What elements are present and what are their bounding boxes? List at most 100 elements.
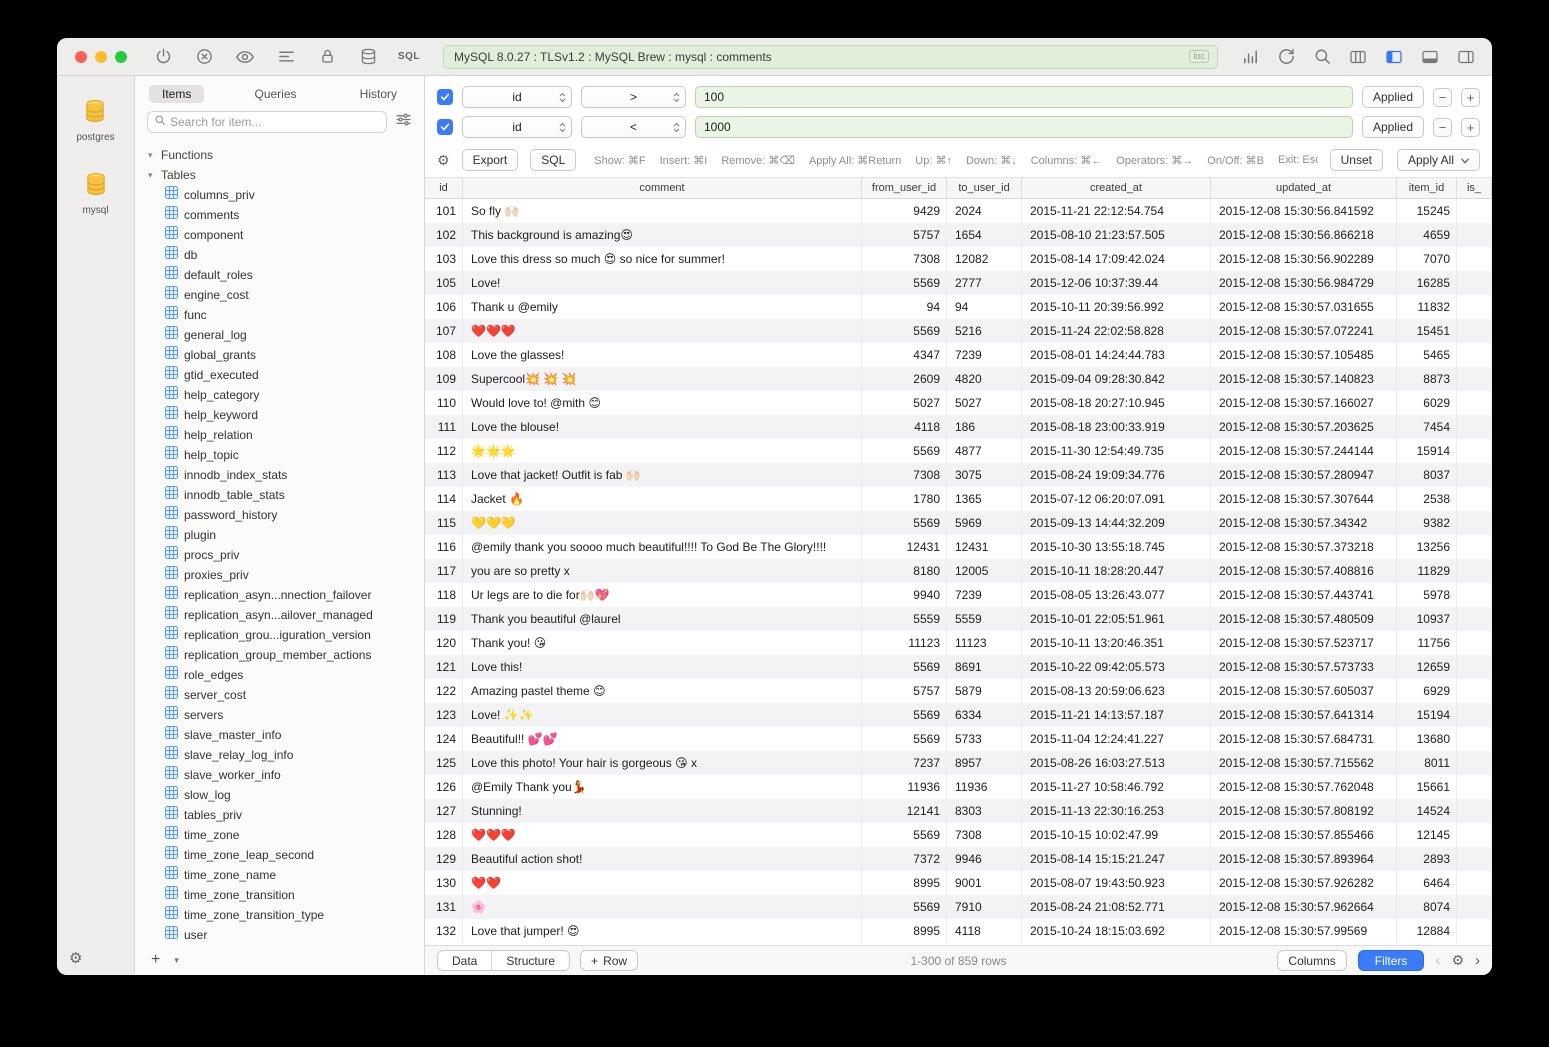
sidebar-table-item[interactable]: innodb_table_stats bbox=[135, 485, 424, 505]
table-row[interactable]: 101So fly 🙌🏻942920242015-11-21 22:12:54.… bbox=[425, 199, 1492, 223]
cell-to_user_id[interactable]: 4118 bbox=[947, 919, 1022, 943]
zoom-window-button[interactable] bbox=[115, 51, 127, 63]
cell-item_id[interactable]: 12659 bbox=[1397, 655, 1457, 679]
cell-created_at[interactable]: 2015-08-18 23:00:33.919 bbox=[1022, 415, 1211, 439]
cell-item_id[interactable]: 15451 bbox=[1397, 319, 1457, 343]
tab-queries[interactable]: Queries bbox=[241, 85, 309, 103]
table-row[interactable]: 125Love this photo! Your hair is gorgeou… bbox=[425, 751, 1492, 775]
sidebar-table-item[interactable]: time_zone_transition_type bbox=[135, 905, 424, 925]
sidebar-table-item[interactable]: comments bbox=[135, 205, 424, 225]
cell-id[interactable]: 124 bbox=[425, 727, 463, 751]
table-row[interactable]: 131🌸556979102015-08-24 21:08:52.7712015-… bbox=[425, 895, 1492, 919]
cell-updated_at[interactable]: 2015-12-08 15:30:57.715562 bbox=[1211, 751, 1397, 775]
cell-from_user_id[interactable]: 8995 bbox=[862, 919, 947, 943]
cell-updated_at[interactable]: 2015-12-08 15:30:56.984729 bbox=[1211, 271, 1397, 295]
toggle-right-panel-icon[interactable] bbox=[1456, 47, 1476, 67]
cell-item_id[interactable]: 11832 bbox=[1397, 295, 1457, 319]
cell-to_user_id[interactable]: 8303 bbox=[947, 799, 1022, 823]
cell-is_[interactable] bbox=[1457, 751, 1492, 775]
cell-item_id[interactable]: 11756 bbox=[1397, 631, 1457, 655]
cell-created_at[interactable]: 2015-11-13 22:30:16.253 bbox=[1022, 799, 1211, 823]
tree-section-functions[interactable]: ▾ Functions bbox=[135, 145, 424, 165]
filter-operator-select[interactable]: > bbox=[581, 86, 686, 108]
cell-to_user_id[interactable]: 94 bbox=[947, 295, 1022, 319]
cell-item_id[interactable]: 5465 bbox=[1397, 343, 1457, 367]
sidebar-table-item[interactable]: default_roles bbox=[135, 265, 424, 285]
cell-comment[interactable]: Beautiful action shot! bbox=[463, 847, 862, 871]
filter-settings-gear-icon[interactable]: ⚙ bbox=[437, 152, 450, 169]
cell-comment[interactable]: 💛💛💛 bbox=[463, 511, 862, 535]
cell-item_id[interactable]: 7070 bbox=[1397, 247, 1457, 271]
sidebar-table-item[interactable]: gtid_executed bbox=[135, 365, 424, 385]
cell-updated_at[interactable]: 2015-12-08 15:30:57.641314 bbox=[1211, 703, 1397, 727]
sidebar-table-item[interactable]: help_keyword bbox=[135, 405, 424, 425]
cell-item_id[interactable]: 8011 bbox=[1397, 751, 1457, 775]
cell-is_[interactable] bbox=[1457, 223, 1492, 247]
cell-comment[interactable]: 🌸 bbox=[463, 895, 862, 919]
tab-items[interactable]: Items bbox=[149, 85, 204, 103]
column-view-icon[interactable] bbox=[1348, 47, 1368, 67]
sidebar-table-item[interactable]: plugin bbox=[135, 525, 424, 545]
cell-id[interactable]: 128 bbox=[425, 823, 463, 847]
cell-created_at[interactable]: 2015-08-26 16:03:27.513 bbox=[1022, 751, 1211, 775]
cell-created_at[interactable]: 2015-10-30 13:55:18.745 bbox=[1022, 535, 1211, 559]
cell-updated_at[interactable]: 2015-12-08 15:30:57.523717 bbox=[1211, 631, 1397, 655]
cell-created_at[interactable]: 2015-11-21 14:13:57.187 bbox=[1022, 703, 1211, 727]
cell-id[interactable]: 120 bbox=[425, 631, 463, 655]
cell-from_user_id[interactable]: 8180 bbox=[862, 559, 947, 583]
column-header-created_at[interactable]: created_at bbox=[1022, 178, 1211, 198]
filter-field-select[interactable]: id bbox=[462, 116, 572, 138]
toggle-left-sidebar-icon[interactable] bbox=[1384, 47, 1404, 67]
cell-is_[interactable] bbox=[1457, 271, 1492, 295]
connection-mysql[interactable]: mysql bbox=[82, 171, 108, 216]
cell-is_[interactable] bbox=[1457, 535, 1492, 559]
cell-is_[interactable] bbox=[1457, 823, 1492, 847]
cell-item_id[interactable]: 2893 bbox=[1397, 847, 1457, 871]
cell-to_user_id[interactable]: 12005 bbox=[947, 559, 1022, 583]
cell-updated_at[interactable]: 2015-12-08 15:30:57.762048 bbox=[1211, 775, 1397, 799]
cell-is_[interactable] bbox=[1457, 343, 1492, 367]
search-input[interactable] bbox=[170, 115, 380, 129]
cell-created_at[interactable]: 2015-12-06 10:37:39.44 bbox=[1022, 271, 1211, 295]
sidebar-table-item[interactable]: replication_asyn...ailover_managed bbox=[135, 605, 424, 625]
cell-id[interactable]: 107 bbox=[425, 319, 463, 343]
cell-is_[interactable] bbox=[1457, 871, 1492, 895]
cell-id[interactable]: 106 bbox=[425, 295, 463, 319]
cell-id[interactable]: 112 bbox=[425, 439, 463, 463]
cell-created_at[interactable]: 2015-11-24 22:02:58.828 bbox=[1022, 319, 1211, 343]
cell-created_at[interactable]: 2015-08-14 15:15:21.247 bbox=[1022, 847, 1211, 871]
cell-is_[interactable] bbox=[1457, 775, 1492, 799]
sidebar-table-item[interactable]: time_zone_name bbox=[135, 865, 424, 885]
cell-from_user_id[interactable]: 5027 bbox=[862, 391, 947, 415]
cell-comment[interactable]: Love that jacket! Outfit is fab 🙌🏻 bbox=[463, 463, 862, 487]
table-row[interactable]: 116@emily thank you soooo much beautiful… bbox=[425, 535, 1492, 559]
cell-is_[interactable] bbox=[1457, 631, 1492, 655]
cell-comment[interactable]: Thank you beautiful @laurel bbox=[463, 607, 862, 631]
cell-item_id[interactable]: 10937 bbox=[1397, 607, 1457, 631]
cell-id[interactable]: 113 bbox=[425, 463, 463, 487]
table-row[interactable]: 114Jacket 🔥178013652015-07-12 06:20:07.0… bbox=[425, 487, 1492, 511]
cell-updated_at[interactable]: 2015-12-08 15:30:57.808192 bbox=[1211, 799, 1397, 823]
sidebar-table-item[interactable]: help_topic bbox=[135, 445, 424, 465]
cell-comment[interactable]: Love! ✨✨ bbox=[463, 703, 862, 727]
unset-button[interactable]: Unset bbox=[1330, 149, 1383, 171]
cell-created_at[interactable]: 2015-11-27 10:58:46.792 bbox=[1022, 775, 1211, 799]
cell-created_at[interactable]: 2015-10-11 20:39:56.992 bbox=[1022, 295, 1211, 319]
cell-is_[interactable] bbox=[1457, 703, 1492, 727]
cell-from_user_id[interactable]: 4347 bbox=[862, 343, 947, 367]
cell-updated_at[interactable]: 2015-12-08 15:30:57.855466 bbox=[1211, 823, 1397, 847]
cell-comment[interactable]: Would love to! @mith 😊 bbox=[463, 391, 862, 415]
cell-to_user_id[interactable]: 12431 bbox=[947, 535, 1022, 559]
cell-to_user_id[interactable]: 5879 bbox=[947, 679, 1022, 703]
cell-comment[interactable]: ❤️❤️ bbox=[463, 871, 862, 895]
table-row[interactable]: 113Love that jacket! Outfit is fab 🙌🏻730… bbox=[425, 463, 1492, 487]
sidebar-table-item[interactable]: user bbox=[135, 925, 424, 945]
cell-created_at[interactable]: 2015-08-10 21:23:57.505 bbox=[1022, 223, 1211, 247]
table-row[interactable]: 122Amazing pastel theme 😊575758792015-08… bbox=[425, 679, 1492, 703]
cell-id[interactable]: 125 bbox=[425, 751, 463, 775]
cell-from_user_id[interactable]: 5569 bbox=[862, 727, 947, 751]
sidebar-table-item[interactable]: component bbox=[135, 225, 424, 245]
cell-is_[interactable] bbox=[1457, 583, 1492, 607]
cell-comment[interactable]: 🌟🌟🌟 bbox=[463, 439, 862, 463]
cell-is_[interactable] bbox=[1457, 559, 1492, 583]
